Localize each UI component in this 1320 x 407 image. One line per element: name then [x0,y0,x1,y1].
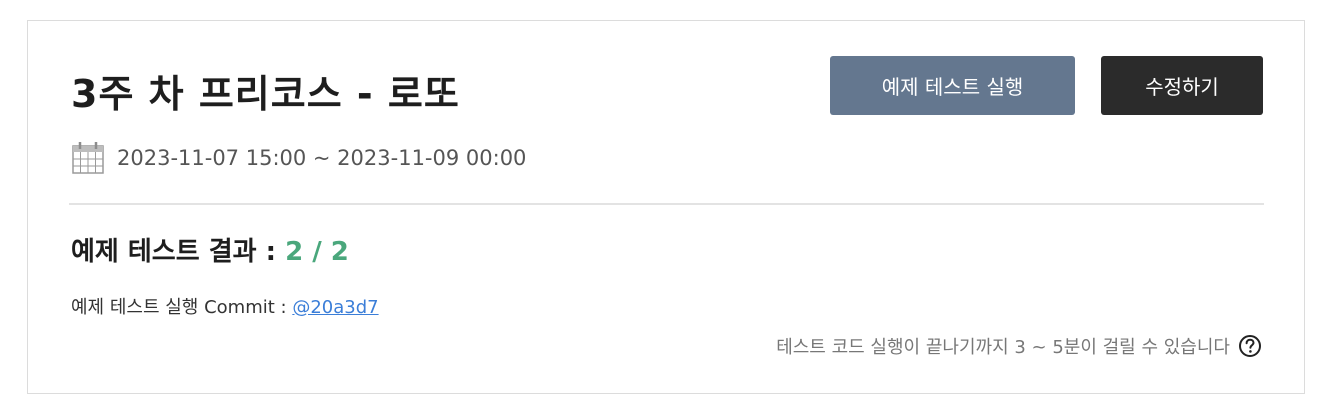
run-example-test-button[interactable]: 예제 테스트 실행 [830,56,1075,115]
test-result: 예제 테스트 결과 : 2 / 2 [71,231,349,268]
mission-period: 2023-11-07 15:00 ~ 2023-11-09 00:00 [71,141,526,175]
help-icon[interactable] [1238,334,1262,358]
test-result-label: 예제 테스트 결과 : [71,237,276,267]
mission-card: 3주 차 프리코스 - 로또 예제 테스트 실행 수정하기 2023-11-07… [27,20,1305,394]
page-title: 3주 차 프리코스 - 로또 [71,72,460,116]
edit-button[interactable]: 수정하기 [1101,56,1263,115]
notice-text: 테스트 코드 실행이 끝나기까지 3 ~ 5분이 걸릴 수 있습니다 [776,337,1230,358]
commit-info: 예제 테스트 실행 Commit : @20a3d7 [71,293,379,319]
divider [69,203,1264,205]
period-text: 2023-11-07 15:00 ~ 2023-11-09 00:00 [117,146,527,170]
test-result-score: 2 / 2 [285,237,349,267]
commit-link[interactable]: @20a3d7 [292,297,378,318]
test-duration-notice: 테스트 코드 실행이 끝나기까지 3 ~ 5분이 걸릴 수 있습니다 [776,333,1262,359]
calendar-icon [72,142,104,174]
commit-label: 예제 테스트 실행 Commit : [71,297,287,318]
